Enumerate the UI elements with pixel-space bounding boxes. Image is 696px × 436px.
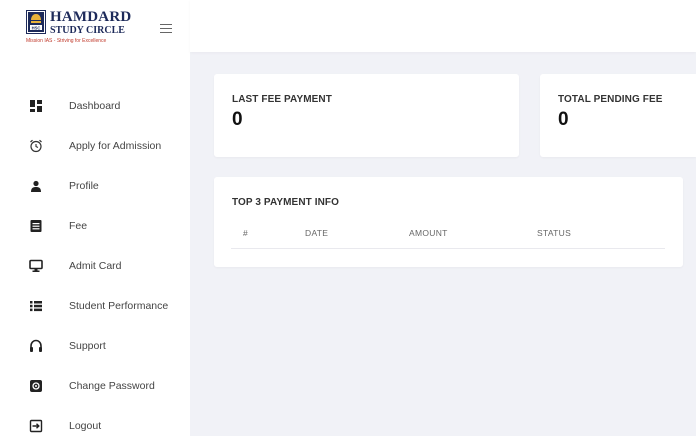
sidebar-menu: Dashboard Apply for Admission Profile Fe… — [0, 88, 190, 436]
sidebar-item-label: Apply for Admission — [69, 140, 162, 152]
sidebar-item-label: Change Password — [69, 380, 155, 392]
logo-letters: HSC — [32, 25, 41, 30]
sidebar-item-dashboard[interactable]: Dashboard — [0, 88, 190, 128]
monitor-icon — [29, 259, 43, 273]
card-title: LAST FEE PAYMENT — [232, 94, 332, 105]
sidebar-item-fee[interactable]: Fee — [0, 208, 190, 248]
brand-name: HAMDARD — [50, 9, 132, 25]
column-header-date: DATE — [305, 228, 329, 238]
total-pending-fee-card: TOTAL PENDING FEE 0 — [540, 74, 696, 157]
sidebar-item-profile[interactable]: Profile — [0, 168, 190, 208]
logo-emblem-icon: HSC — [26, 10, 46, 34]
headphones-icon — [29, 339, 43, 353]
sidebar-item-change-password[interactable]: Change Password — [0, 368, 190, 408]
sidebar-item-label: Dashboard — [69, 100, 121, 112]
top-payments-card: TOP 3 PAYMENT INFO # DATE AMOUNT STATUS — [214, 177, 683, 267]
sidebar-item-label: Logout — [69, 420, 102, 432]
list-icon — [29, 299, 43, 313]
column-header-amount: AMOUNT — [409, 228, 448, 238]
dashboard-icon — [29, 99, 43, 113]
payments-title: TOP 3 PAYMENT INFO — [232, 197, 340, 208]
total-pending-fee-value: 0 — [558, 109, 569, 130]
logout-icon — [29, 419, 43, 433]
user-icon — [29, 179, 43, 193]
sidebar-item-support[interactable]: Support — [0, 328, 190, 368]
sidebar-item-admit-card[interactable]: Admit Card — [0, 248, 190, 288]
sidebar-item-student-performance[interactable]: Student Performance — [0, 288, 190, 328]
last-fee-payment-value: 0 — [232, 109, 243, 130]
sidebar-item-label: Fee — [69, 220, 88, 232]
card-title: TOTAL PENDING FEE — [558, 94, 663, 105]
menu-toggle-icon[interactable] — [160, 24, 172, 34]
sidebar: HSC HAMDARD STUDY CIRCLE Mission IAS - S… — [0, 0, 190, 436]
alarm-clock-icon — [29, 139, 43, 153]
brand-tagline: Mission IAS - Striving for Excellence — [26, 38, 107, 44]
sidebar-item-logout[interactable]: Logout — [0, 408, 190, 436]
sidebar-item-label: Support — [69, 340, 106, 352]
gear-icon — [29, 379, 43, 393]
column-header-number: # — [243, 228, 249, 238]
sidebar-item-apply-admission[interactable]: Apply for Admission — [0, 128, 190, 168]
sidebar-item-label: Profile — [69, 180, 99, 192]
last-fee-payment-card: LAST FEE PAYMENT 0 — [214, 74, 519, 157]
sidebar-item-label: Admit Card — [69, 260, 122, 272]
top-bar — [190, 0, 696, 52]
payments-table-header: # DATE AMOUNT STATUS — [231, 221, 665, 249]
column-header-status: STATUS — [537, 228, 572, 238]
sidebar-item-label: Student Performance — [69, 300, 169, 312]
fee-document-icon — [29, 219, 43, 233]
brand-subname: STUDY CIRCLE — [50, 25, 125, 36]
